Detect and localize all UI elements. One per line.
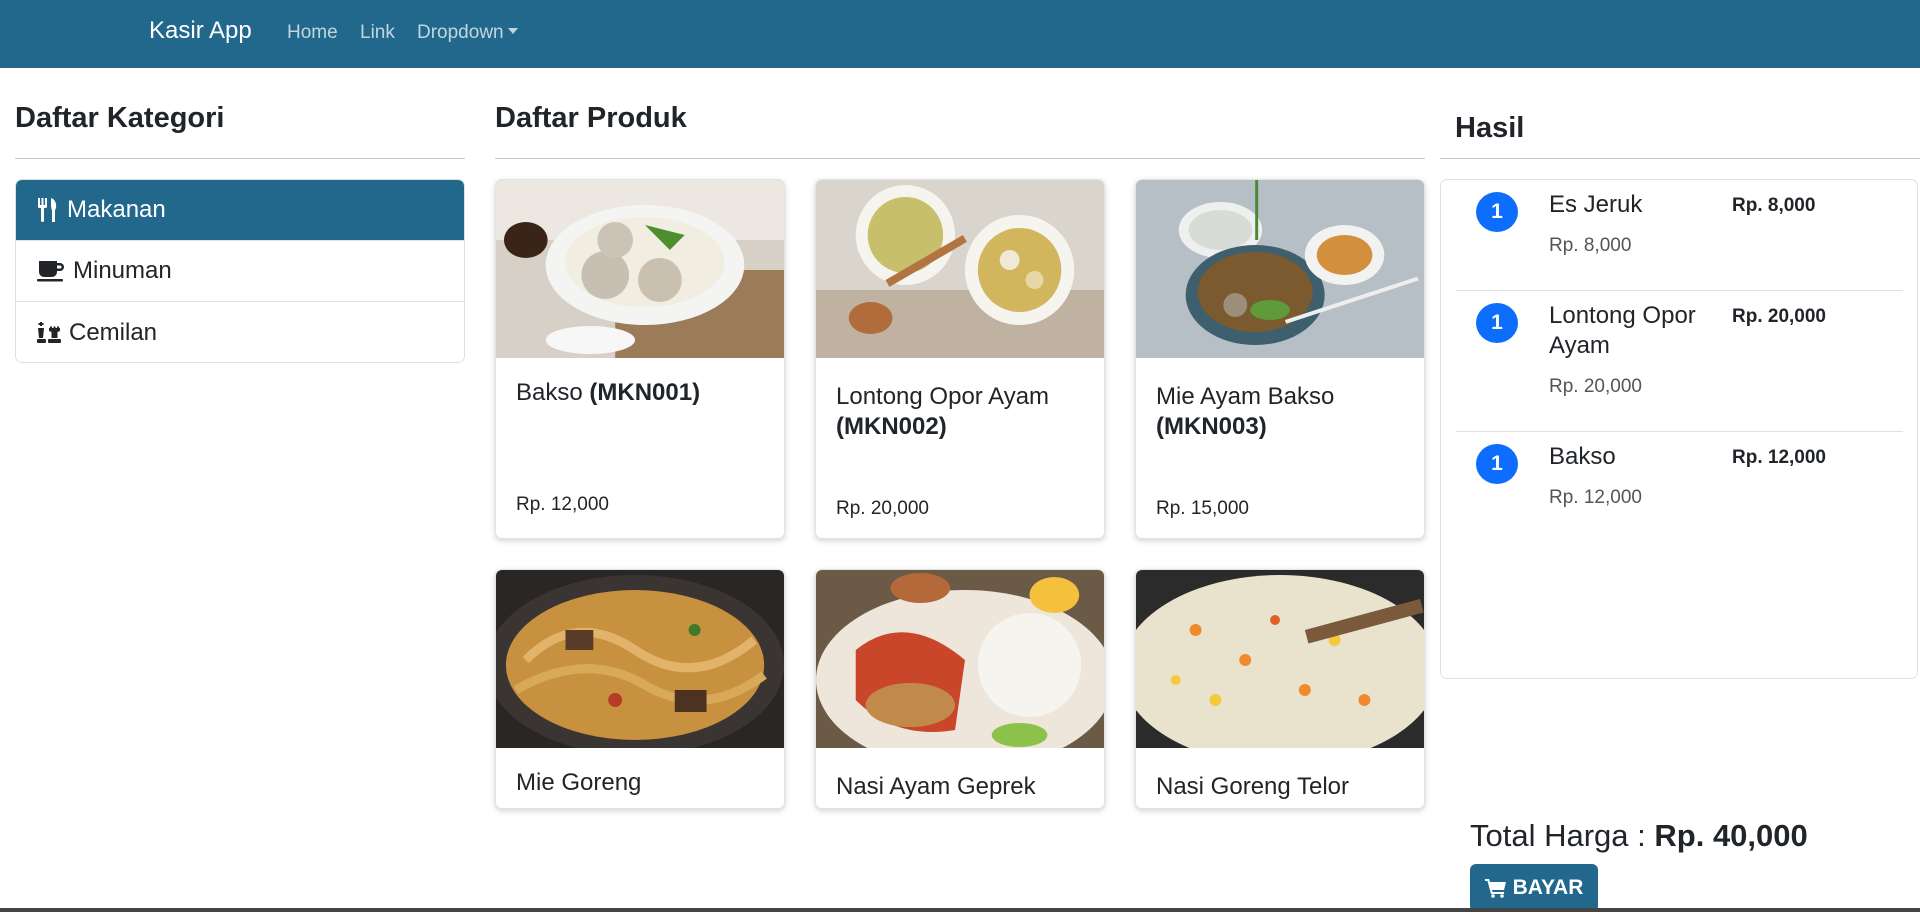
product-name-text: Mie Ayam Bakso [1156,383,1335,410]
total-price: Total Harga : Rp. 40,000 [1470,818,1808,854]
result-separator [1456,290,1903,291]
bottom-border [0,908,1920,912]
result-item-name: Es Jeruk [1549,191,1643,218]
navbar: Kasir App Home Link Dropdown [0,0,1920,68]
product-code: (MKN003) [1156,413,1267,440]
category-label: Cemilan [69,318,158,346]
product-name: Mie Goreng [516,768,771,798]
product-image [1136,570,1424,748]
result-item-price: Rp. 20,000 [1549,376,1642,397]
product-name: Bakso (MKN001) [516,378,771,408]
product-title: Daftar Produk [495,102,687,134]
product-name-text: Mie Goreng [516,769,642,796]
product-card-lontong-opor-ayam[interactable]: Lontong Opor Ayam (MKN002) Rp. 20,000 [815,179,1105,539]
category-list: Makanan Minuman Cemilan [15,179,465,363]
product-name: Nasi Ayam Geprek [836,772,1091,802]
result-item-total: Rp. 8,000 [1732,195,1816,216]
result-title: Hasil [1455,112,1525,144]
product-price: Rp. 12,000 [516,494,609,515]
cart-icon [1484,879,1506,898]
category-item-makanan[interactable]: Makanan [16,180,464,241]
product-name-text: Bakso [516,379,583,406]
brand[interactable]: Kasir App [149,17,252,45]
utensils-icon [38,198,57,222]
product-price: Rp. 15,000 [1156,498,1249,519]
total-label: Total Harga : [1470,818,1646,853]
pay-label: BAYAR [1512,876,1584,899]
product-image [816,180,1104,358]
pay-button[interactable]: BAYAR [1470,864,1598,912]
result-list: 1 Es Jeruk Rp. 8,000 Rp. 8,000 1 Lontong… [1440,179,1918,679]
category-label: Makanan [67,196,166,223]
result-item-price: Rp. 12,000 [1549,487,1642,508]
product-card-mie-ayam-bakso[interactable]: Mie Ayam Bakso (MKN003) Rp. 15,000 [1135,179,1425,539]
product-card-mie-goreng[interactable]: Mie Goreng [495,569,785,809]
category-divider [15,158,465,159]
product-card-bakso[interactable]: Bakso (MKN001) Rp. 12,000 [495,179,785,539]
nav-dropdown[interactable]: Dropdown [417,22,518,44]
result-divider [1440,158,1920,159]
product-card-nasi-ayam-geprek[interactable]: Nasi Ayam Geprek [815,569,1105,809]
product-name-text: Nasi Goreng Telor [1156,773,1349,800]
category-item-minuman[interactable]: Minuman [16,241,464,302]
category-label: Minuman [73,257,172,284]
result-item-name: Lontong Opor Ayam [1549,302,1696,359]
product-card-nasi-goreng-telor[interactable]: Nasi Goreng Telor [1135,569,1425,809]
result-item-price: Rp. 8,000 [1549,235,1632,256]
product-code: (MKN002) [836,413,947,440]
category-item-cemilan[interactable]: Cemilan [16,302,464,362]
category-title: Daftar Kategori [15,102,225,134]
result-item-name: Bakso [1549,443,1616,470]
quantity-badge: 1 [1476,303,1518,343]
nav-dropdown-label: Dropdown [417,22,504,43]
product-name-text: Lontong Opor Ayam [836,383,1050,410]
product-name-text: Nasi Ayam Geprek [836,773,1036,800]
caret-down-icon [507,28,518,34]
result-item-total: Rp. 20,000 [1732,306,1826,327]
chess-icon [37,321,61,343]
nav-home[interactable]: Home [287,22,338,44]
product-divider [495,158,1425,159]
product-image [816,570,1104,748]
quantity-badge: 1 [1476,192,1518,232]
product-name: Lontong Opor Ayam (MKN002) [836,382,1091,442]
product-image [1136,180,1424,358]
quantity-badge: 1 [1476,444,1518,484]
product-image [496,180,784,358]
product-name: Nasi Goreng Telor [1156,772,1411,802]
nav-link[interactable]: Link [360,22,395,44]
product-image [496,570,784,748]
total-value: Rp. 40,000 [1654,818,1808,853]
product-price: Rp. 20,000 [836,498,929,519]
coffee-icon [37,261,64,282]
result-separator [1456,431,1903,432]
result-item-total: Rp. 12,000 [1732,447,1826,468]
product-name: Mie Ayam Bakso (MKN003) [1156,382,1411,442]
product-code: (MKN001) [589,379,701,406]
